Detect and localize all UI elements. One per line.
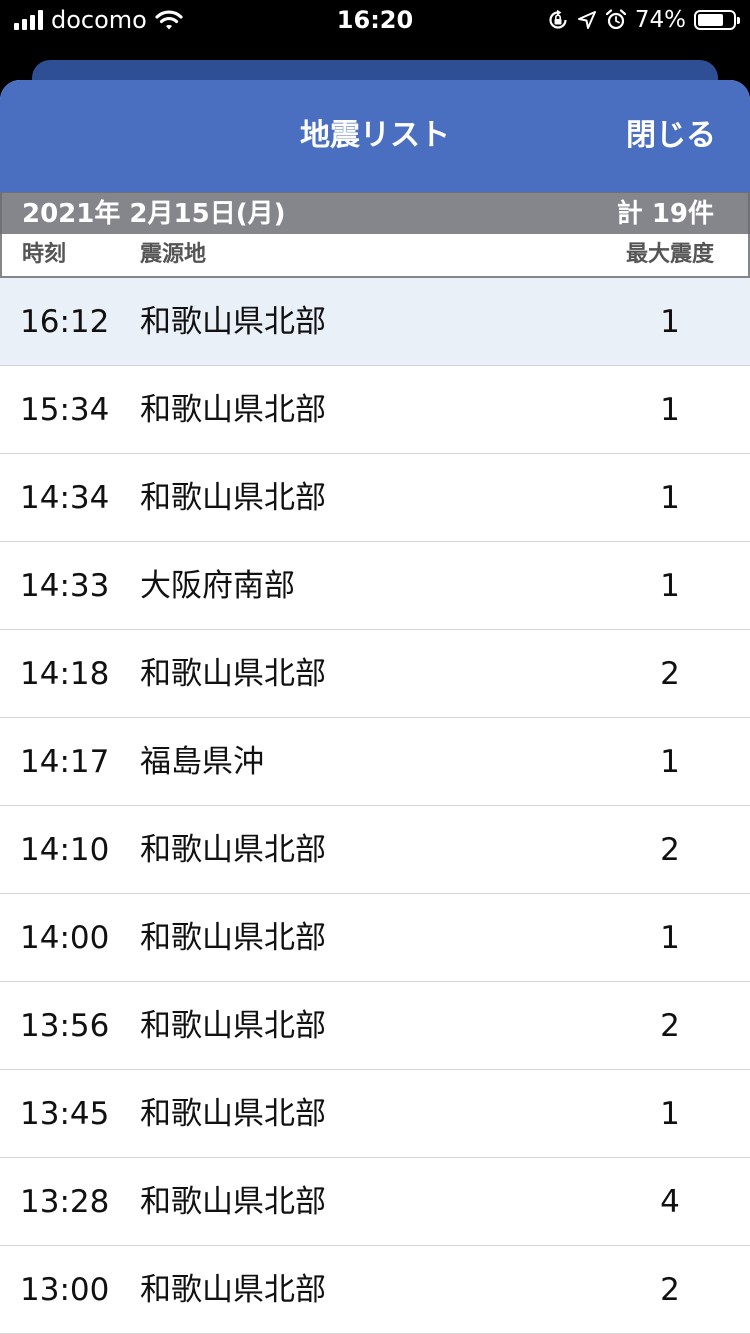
list-item[interactable]: 14:17 福島県沖 1 (0, 718, 750, 806)
list-item-time: 13:45 (20, 1096, 110, 1132)
list-item-time: 14:18 (20, 656, 110, 692)
list-item-max-intensity: 1 (660, 920, 680, 956)
list-item-epicenter: 和歌山県北部 (140, 832, 326, 868)
list-item-max-intensity: 2 (660, 832, 680, 868)
list-item-time: 14:34 (20, 480, 110, 516)
battery-icon (694, 10, 740, 30)
earthquake-list-sheet: 地震リスト 閉じる 2021年 2月15日(月) 計 19件 時刻 震源地 最大… (0, 80, 750, 1334)
list-item-max-intensity: 1 (660, 568, 680, 604)
list-item-max-intensity: 1 (660, 392, 680, 428)
list-item-max-intensity: 2 (660, 1008, 680, 1044)
list-item-time: 13:56 (20, 1008, 110, 1044)
list-item-time: 14:33 (20, 568, 110, 604)
list-item[interactable]: 14:10 和歌山県北部 2 (0, 806, 750, 894)
list-item-time: 16:12 (20, 304, 110, 340)
list-item[interactable]: 14:00 和歌山県北部 1 (0, 894, 750, 982)
column-header-max-intensity: 最大震度 (625, 242, 714, 267)
date-label: 2021年 2月15日(月) (22, 199, 286, 229)
list-item[interactable]: 16:12 和歌山県北部 1 (0, 278, 750, 366)
battery-level-fill (698, 14, 724, 26)
list-item-time: 13:00 (20, 1272, 110, 1308)
column-header-time: 時刻 (22, 242, 67, 267)
list-item-epicenter: 和歌山県北部 (140, 920, 326, 956)
list-item-epicenter: 和歌山県北部 (140, 1096, 326, 1132)
total-count: 計 19件 (616, 199, 714, 229)
list-item-epicenter: 和歌山県北部 (140, 1184, 326, 1220)
list-item-epicenter: 大阪府南部 (140, 568, 295, 604)
list-item[interactable]: 13:00 和歌山県北部 2 (0, 1246, 750, 1334)
list-item-time: 14:00 (20, 920, 110, 956)
date-section-header: 2021年 2月15日(月) 計 19件 (0, 192, 750, 234)
list-item-epicenter: 福島県沖 (140, 744, 264, 780)
list-item-max-intensity: 2 (660, 1272, 680, 1308)
list-item[interactable]: 13:45 和歌山県北部 1 (0, 1070, 750, 1158)
list-item-epicenter: 和歌山県北部 (140, 480, 326, 516)
list-item-max-intensity: 1 (660, 744, 680, 780)
list-item-time: 14:17 (20, 744, 110, 780)
close-button[interactable]: 閉じる (626, 80, 716, 192)
list-item-epicenter: 和歌山県北部 (140, 1008, 326, 1044)
earthquake-list: 16:12 和歌山県北部 1 15:34 和歌山県北部 1 14:34 和歌山県北部 1 14:3… (0, 278, 750, 1334)
list-item[interactable]: 14:34 和歌山県北部 1 (0, 454, 750, 542)
list-item-max-intensity: 4 (660, 1184, 680, 1220)
list-item-epicenter: 和歌山県北部 (140, 304, 326, 340)
list-item[interactable]: 15:34 和歌山県北部 1 (0, 366, 750, 454)
list-item-max-intensity: 1 (660, 1096, 680, 1132)
list-item-max-intensity: 2 (660, 656, 680, 692)
list-item[interactable]: 14:33 大阪府南部 1 (0, 542, 750, 630)
list-item[interactable]: 13:28 和歌山県北部 4 (0, 1158, 750, 1246)
list-item-time: 15:34 (20, 392, 110, 428)
list-item-max-intensity: 1 (660, 480, 680, 516)
list-item-time: 13:28 (20, 1184, 110, 1220)
list-item-epicenter: 和歌山県北部 (140, 1272, 326, 1308)
location-arrow-icon (577, 11, 596, 29)
orientation-lock-icon (549, 9, 567, 29)
column-header: 時刻 震源地 最大震度 (0, 234, 750, 278)
battery-nub (737, 17, 740, 24)
list-item[interactable]: 13:56 和歌山県北部 2 (0, 982, 750, 1070)
list-item-max-intensity: 1 (660, 304, 680, 340)
navbar: 地震リスト 閉じる (0, 80, 750, 192)
battery-percent: 74% (634, 7, 686, 33)
status-bar: docomo 16:20 74% (0, 0, 750, 40)
list-item-epicenter: 和歌山県北部 (140, 392, 326, 428)
list-item[interactable]: 14:18 和歌山県北部 2 (0, 630, 750, 718)
list-item-time: 14:10 (20, 832, 110, 868)
column-header-epicenter: 震源地 (140, 242, 207, 267)
alarm-icon (605, 9, 626, 30)
list-item-epicenter: 和歌山県北部 (140, 656, 326, 692)
status-right: 74% (547, 4, 740, 36)
